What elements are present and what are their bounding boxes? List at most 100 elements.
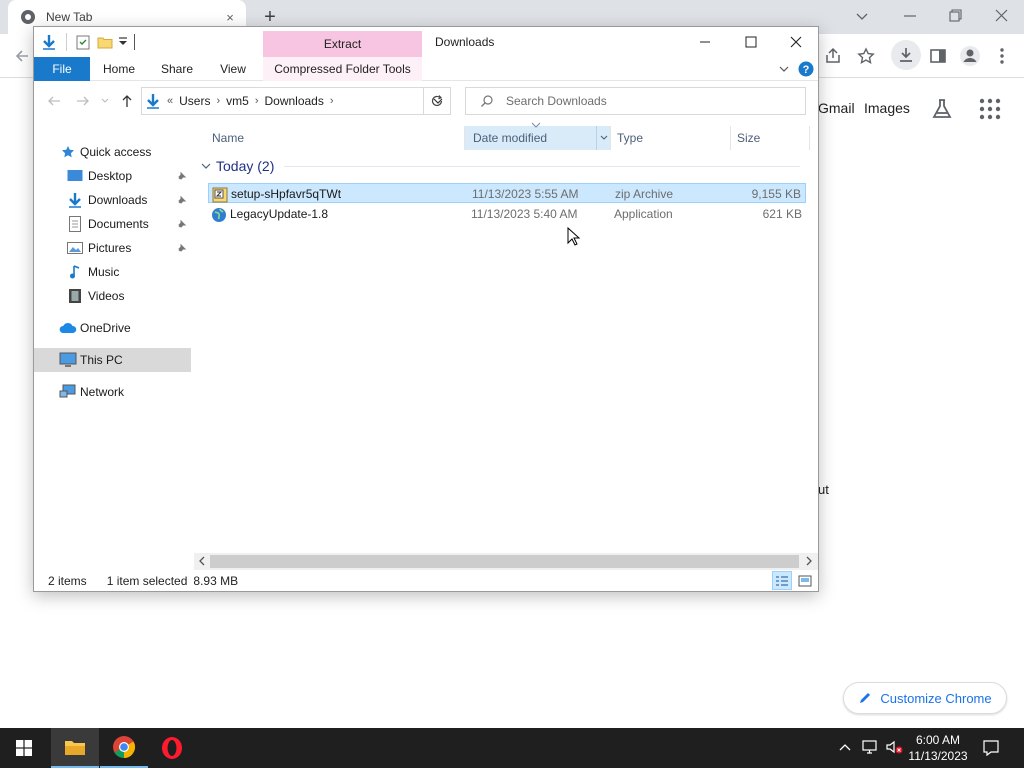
chrome-profile-avatar-icon[interactable] [956,42,984,70]
scroll-thumb[interactable] [210,555,799,568]
large-icons-view-icon[interactable] [796,572,814,589]
gmail-link[interactable]: Gmail [818,100,855,116]
images-link[interactable]: Images [864,100,910,116]
qat-customize-icon[interactable] [118,36,128,48]
new-folder-icon[interactable] [97,34,113,50]
google-apps-icon[interactable] [979,98,1001,120]
nav-documents[interactable]: Documents [34,212,191,236]
properties-icon[interactable] [75,34,91,50]
column-header-type[interactable]: Type [617,126,727,150]
nav-label: Downloads [88,193,148,207]
column-header-date-modified[interactable]: Date modified [465,122,610,150]
chrome-menu-icon[interactable] [988,42,1016,70]
nav-label: OneDrive [80,321,131,335]
ribbon-tabs: File Home Share View Compressed Folder T… [34,57,818,81]
breadcrumb-separator-icon[interactable]: › [255,95,259,107]
refresh-icon[interactable] [423,87,451,115]
expand-ribbon-icon[interactable] [777,62,791,76]
nav-pictures[interactable]: Pictures [34,236,191,260]
scroll-left-icon[interactable] [198,556,206,566]
minimize-icon[interactable] [682,27,728,57]
chrome-back-icon[interactable] [8,42,36,70]
nav-desktop[interactable]: Desktop [34,164,191,188]
chrome-restore-icon[interactable] [943,6,967,26]
collapse-chevron-icon[interactable] [200,160,212,172]
pin-icon[interactable] [177,219,187,229]
search-input[interactable]: Search Downloads [465,87,806,115]
column-divider[interactable] [610,126,611,150]
customize-chrome-button[interactable]: Customize Chrome [843,682,1007,714]
extract-context-tab[interactable]: Extract [263,31,422,57]
status-bar: 2 items 1 item selected 8.93 MB [34,570,818,591]
nav-music[interactable]: Music [34,260,191,284]
chrome-minimize-icon[interactable] [898,6,922,26]
address-overflow-chevron[interactable]: « [167,95,173,107]
nav-this-pc[interactable]: This PC [34,348,191,372]
ribbon-tab-home[interactable]: Home [96,57,142,81]
show-hidden-icons-chevron[interactable] [838,741,852,753]
taskbar-opera-icon[interactable] [148,728,196,768]
labs-flask-icon[interactable] [930,97,954,121]
nav-downloads[interactable]: Downloads [34,188,191,212]
downloads-arrow-icon [41,34,57,50]
scroll-right-icon[interactable] [805,556,813,566]
nav-label: Pictures [88,241,132,255]
recent-locations-icon[interactable] [100,94,110,108]
file-row[interactable]: setup-sHpfavr5qTWt 11/13/2023 5:55 AM zi… [208,183,806,203]
up-arrow-icon[interactable] [119,93,135,109]
zip-archive-icon [212,187,228,203]
taskbar-chrome-icon[interactable] [100,728,148,768]
chrome-downloads-icon[interactable] [891,40,921,70]
horizontal-scrollbar[interactable] [194,553,818,570]
notifications-icon[interactable] [982,739,1000,757]
ribbon-tab-file[interactable]: File [34,57,90,81]
address-bar[interactable]: « Users › vm5 › Downloads › [141,87,451,115]
close-icon[interactable] [773,27,819,57]
column-header-size[interactable]: Size [737,126,807,150]
breadcrumb-downloads[interactable]: Downloads [264,94,323,108]
windows-start-icon[interactable] [0,728,48,768]
nav-label: Quick access [80,145,152,159]
chrome-side-panel-icon[interactable] [924,42,952,70]
group-header-today[interactable]: Today (2) [200,156,800,176]
chrome-bookmark-star-icon[interactable] [852,42,880,70]
breadcrumb-vm5[interactable]: vm5 [226,94,249,108]
explorer-titlebar[interactable]: Extract Downloads [34,27,818,57]
file-row[interactable]: LegacyUpdate-1.8 11/13/2023 5:40 AM Appl… [208,204,806,224]
breadcrumb-separator-icon[interactable]: › [330,95,334,107]
chrome-tab-close-button[interactable]: × [220,10,240,25]
file-size: 621 KB [762,207,802,221]
pin-icon[interactable] [177,195,187,205]
nav-onedrive[interactable]: OneDrive [34,316,191,340]
chrome-share-icon[interactable] [819,42,847,70]
chrome-tab-search-icon[interactable] [850,6,874,26]
nav-videos[interactable]: Videos [34,284,191,308]
maximize-icon[interactable] [728,27,774,57]
column-divider[interactable] [464,126,465,150]
chrome-close-icon[interactable] [989,6,1013,26]
volume-muted-icon[interactable] [885,739,905,755]
taskbar-clock[interactable]: 6:00 AM 11/13/2023 [906,732,970,764]
navigation-pane: Quick access Desktop Downloads Documents… [34,120,194,570]
nav-network[interactable]: Network [34,380,191,404]
pin-icon[interactable] [177,243,187,253]
ribbon-tab-compressed-folder-tools[interactable]: Compressed Folder Tools [263,57,422,81]
column-divider[interactable] [809,126,810,150]
column-divider[interactable] [730,126,731,150]
forward-arrow-icon[interactable] [75,93,91,109]
column-header-name[interactable]: Name [212,126,462,150]
ribbon-tab-share[interactable]: Share [154,57,200,81]
network-status-icon[interactable] [861,739,879,755]
back-arrow-icon[interactable] [46,93,62,109]
pin-icon[interactable] [177,171,187,181]
nav-quick-access[interactable]: Quick access [34,140,191,164]
help-icon[interactable]: ? [798,61,814,77]
mouse-cursor-icon [567,227,581,247]
taskbar-file-explorer-icon[interactable] [51,728,99,768]
downloads-arrow-icon [66,192,84,208]
breadcrumb-separator-icon[interactable]: › [216,95,220,107]
details-view-icon[interactable] [772,571,792,590]
breadcrumb-users[interactable]: Users [179,94,210,108]
column-filter-dropdown-icon[interactable] [596,126,610,150]
ribbon-tab-view[interactable]: View [210,57,256,81]
